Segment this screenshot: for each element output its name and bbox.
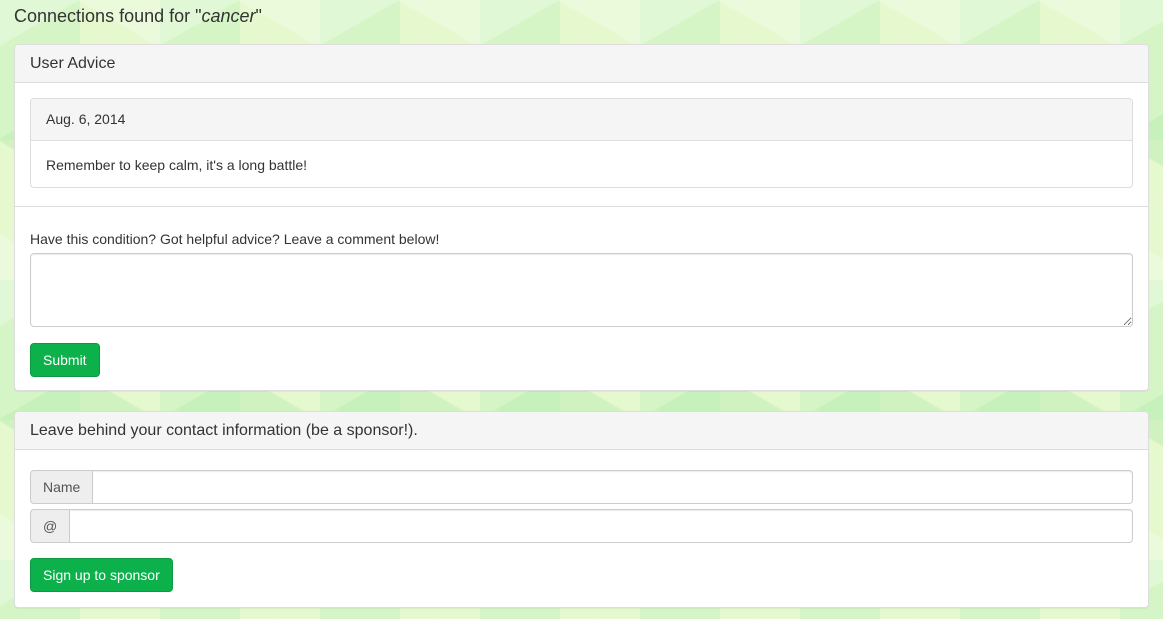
comment-form: Have this condition? Got helpful advice?… — [15, 206, 1148, 392]
sponsor-panel: Leave behind your contact information (b… — [14, 411, 1149, 608]
name-field[interactable] — [92, 470, 1133, 504]
sponsor-heading: Leave behind your contact information (b… — [15, 412, 1148, 450]
user-advice-panel: User Advice Aug. 6, 2014 Remember to kee… — [14, 44, 1149, 391]
user-advice-heading: User Advice — [15, 45, 1148, 83]
name-input-group: Name — [30, 470, 1133, 504]
advice-list: Aug. 6, 2014 Remember to keep calm, it's… — [15, 83, 1148, 205]
sponsor-form: Name @ Sign up to sponsor — [15, 450, 1148, 607]
submit-button[interactable]: Submit — [30, 343, 100, 377]
page-title-prefix: Connections found for " — [14, 6, 202, 26]
comment-textarea[interactable] — [30, 253, 1133, 327]
search-query: cancer — [201, 6, 256, 26]
page-title-suffix: " — [255, 6, 262, 26]
comment-prompt: Have this condition? Got helpful advice?… — [30, 231, 440, 247]
advice-text: Remember to keep calm, it's a long battl… — [46, 157, 308, 173]
at-sign-addon: @ — [30, 509, 70, 543]
sign-up-sponsor-button[interactable]: Sign up to sponsor — [30, 558, 173, 592]
advice-entry: Aug. 6, 2014 Remember to keep calm, it's… — [30, 98, 1133, 188]
page-title: Connections found for "cancer" — [14, 5, 262, 27]
name-addon: Name — [30, 470, 93, 504]
advice-date: Aug. 6, 2014 — [31, 99, 1132, 141]
email-input-group: @ — [30, 509, 1133, 543]
email-field[interactable] — [69, 509, 1133, 543]
